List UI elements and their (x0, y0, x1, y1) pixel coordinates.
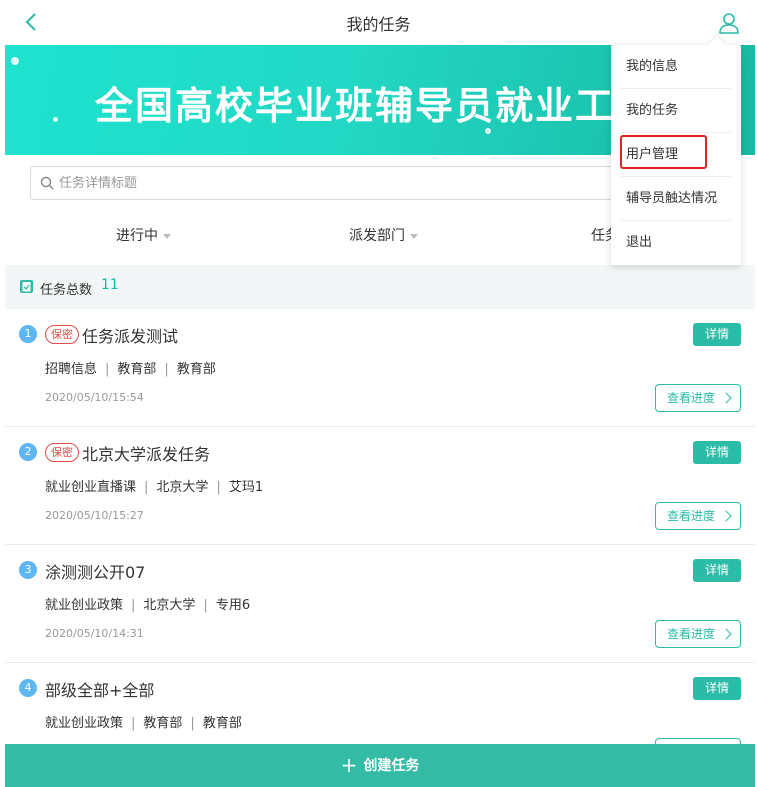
task-sender: 教育部 (176, 362, 216, 377)
detail-button[interactable]: 详情 (693, 677, 741, 700)
menu-item-user-management[interactable]: 用户管理 (621, 133, 731, 177)
search-box (30, 166, 650, 200)
search-input[interactable] (59, 167, 639, 199)
meta-separator: | (190, 716, 195, 731)
secret-tag: 保密 (45, 325, 79, 344)
task-name: 任务派发测试 (82, 327, 179, 346)
user-icon[interactable] (716, 10, 742, 36)
clipboard-check-icon (20, 280, 33, 293)
task-name: 北京大学派发任务 (82, 445, 211, 464)
view-progress-button[interactable]: 查看进度 (655, 620, 741, 648)
task-index-badge: 1 (19, 325, 37, 343)
top-bar: 我的任务 (0, 0, 757, 45)
task-total-label: 任务总数 (40, 283, 93, 298)
filter-department[interactable]: 派发部门 (349, 225, 418, 245)
filter-department-label: 派发部门 (349, 228, 405, 244)
page-title: 我的任务 (346, 15, 411, 34)
task-sender: 艾玛1 (228, 480, 264, 495)
task-department: 教育部 (143, 716, 183, 731)
meta-separator: | (105, 362, 110, 377)
task-time: 2020/05/10/14:31 (45, 627, 144, 640)
meta-separator: | (131, 716, 136, 731)
task-time: 2020/05/10/15:27 (45, 509, 144, 522)
menu-item-my-tasks[interactable]: 我的任务 (621, 89, 731, 133)
meta-separator: | (131, 598, 136, 613)
caret-down-icon (163, 233, 171, 239)
task-name: 部级全部+全部 (45, 681, 155, 700)
filter-status-label: 进行中 (116, 228, 158, 244)
banner-dot (11, 57, 19, 65)
menu-item-my-info[interactable]: 我的信息 (621, 45, 731, 89)
task-name: 涂测测公开07 (45, 563, 146, 582)
chevron-right-icon (720, 510, 732, 522)
task-department: 北京大学 (156, 480, 209, 495)
task-meta: 招聘信息 | 教育部 | 教育部 (45, 358, 216, 377)
task-time: 2020/05/10/15:54 (45, 391, 144, 404)
filter-status[interactable]: 进行中 (116, 225, 171, 245)
chevron-right-icon (720, 392, 732, 404)
meta-separator: | (203, 598, 208, 613)
view-progress-button[interactable]: 查看进度 (655, 502, 741, 530)
secret-tag: 保密 (45, 443, 79, 462)
task-sender: 专用6 (215, 598, 251, 613)
user-dropdown-menu: 我的信息 我的任务 用户管理 辅导员触达情况 退出 (611, 36, 741, 265)
task-department: 教育部 (117, 362, 157, 377)
meta-separator: | (144, 480, 149, 495)
task-summary: 任务总数 11 (5, 265, 755, 309)
view-progress-label: 查看进度 (667, 627, 716, 641)
task-total-count: 11 (101, 277, 119, 293)
task-index-badge: 2 (19, 443, 37, 461)
task-meta: 就业创业政策 | 教育部 | 教育部 (45, 712, 242, 731)
task-sender: 教育部 (202, 716, 242, 731)
plus-icon: + (340, 753, 358, 777)
menu-item-logout[interactable]: 退出 (621, 221, 731, 265)
detail-button[interactable]: 详情 (693, 559, 741, 582)
task-category: 就业创业直播课 (45, 480, 137, 495)
view-progress-button[interactable]: 查看进度 (655, 384, 741, 412)
task-item[interactable]: 3 涂测测公开07 就业创业政策 | 北京大学 | 专用6 2020/05/10/14:… (5, 545, 755, 663)
create-task-label: 创建任务 (363, 758, 420, 774)
task-category: 招聘信息 (45, 362, 98, 377)
banner-title: 全国高校毕业班辅导员就业工作平 (95, 84, 696, 128)
caret-down-icon (410, 233, 418, 239)
detail-button[interactable]: 详情 (693, 323, 741, 346)
meta-separator: | (216, 480, 221, 495)
task-item[interactable]: 1 保密 任务派发测试 招聘信息 | 教育部 | 教育部 2020/05/10/15:5… (5, 309, 755, 427)
meta-separator: | (164, 362, 169, 377)
task-index-badge: 4 (19, 679, 37, 697)
task-meta: 就业创业政策 | 北京大学 | 专用6 (45, 594, 250, 613)
create-task-button[interactable]: + 创建任务 (5, 744, 755, 787)
chevron-right-icon (720, 628, 732, 640)
banner-dot (53, 117, 58, 122)
task-index-badge: 3 (19, 561, 37, 579)
task-item[interactable]: 2 保密 北京大学派发任务 就业创业直播课 | 北京大学 | 艾玛1 2020/05/1… (5, 427, 755, 545)
task-category: 就业创业政策 (45, 598, 124, 613)
task-category: 就业创业政策 (45, 716, 124, 731)
detail-button[interactable]: 详情 (693, 441, 741, 464)
search-icon (40, 176, 54, 190)
menu-item-counselor-reach[interactable]: 辅导员触达情况 (621, 177, 731, 221)
view-progress-label: 查看进度 (667, 391, 716, 405)
task-department: 北京大学 (143, 598, 196, 613)
view-progress-label: 查看进度 (667, 509, 716, 523)
task-meta: 就业创业直播课 | 北京大学 | 艾玛1 (45, 476, 263, 495)
